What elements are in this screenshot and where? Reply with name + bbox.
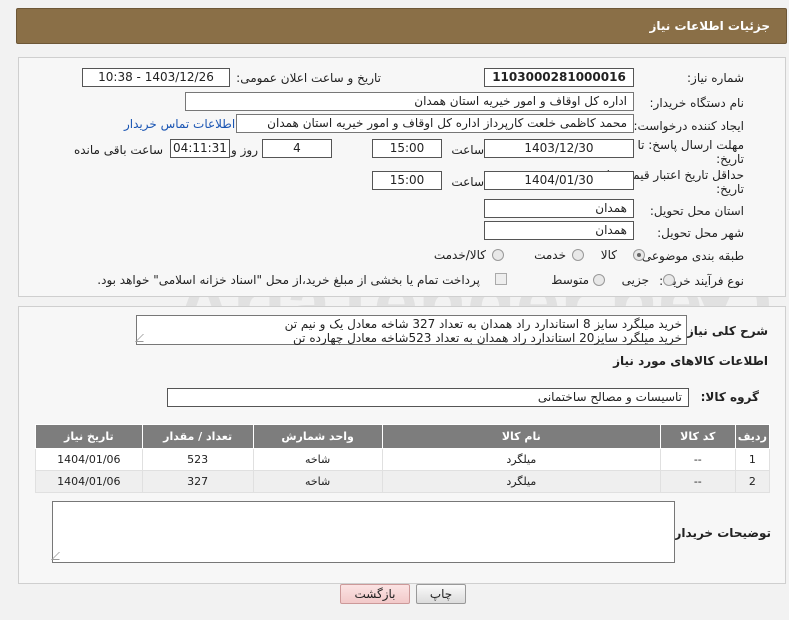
summary-line-1: خرید میلگرد سایز 8 استاندارد راد همدان ب… — [284, 317, 682, 331]
category-option-goods: کالا — [600, 248, 617, 262]
col-date-header: تاریخ نیاز — [35, 424, 143, 449]
province-field: همدان — [484, 199, 634, 218]
goods-group-field: تاسیسات و مصالح ساختمانی — [167, 388, 689, 407]
category-radio-service[interactable] — [572, 249, 584, 261]
cell-code: -- — [659, 470, 736, 493]
buyer-notes-textarea[interactable] — [51, 501, 675, 563]
cell-row: 1 — [734, 448, 771, 471]
cell-row: 2 — [734, 470, 771, 493]
need-number-label: شماره نیاز: — [687, 71, 744, 85]
process-option-medium: متوسط — [551, 273, 589, 287]
category-option-goods-service: کالا/خدمت — [433, 248, 486, 262]
resize-grip-icon[interactable] — [135, 334, 151, 342]
print-button[interactable]: چاپ — [416, 584, 466, 604]
buyer-org-label: نام دستگاه خریدار: — [649, 96, 745, 110]
category-radio-goods-service[interactable] — [492, 249, 504, 261]
city-field: همدان — [484, 221, 634, 240]
cell-name: میلگرد — [381, 470, 661, 493]
deadline-date-field: 1403/12/30 — [484, 139, 634, 158]
col-unit-header: واحد شمارش — [252, 424, 383, 449]
resize-grip-icon[interactable] — [51, 552, 67, 560]
goods-table: ردیف کد کالا نام کالا واحد شمارش تعداد /… — [35, 424, 771, 493]
buyer-notes-label: توضیحات خریدار: — [669, 526, 771, 540]
cell-date: 1404/01/06 — [35, 448, 143, 471]
validity-date-field: 1404/01/30 — [484, 171, 634, 190]
col-name-header: نام کالا — [381, 424, 661, 449]
announce-datetime-label: تاریخ و ساعت اعلان عمومی: — [236, 71, 381, 85]
announce-datetime-field: 1403/12/26 - 10:38 — [82, 68, 230, 87]
buyer-org-field: اداره کل اوقاف و امور خیریه استان همدان — [185, 92, 634, 111]
need-number-field: 1103000281000016 — [484, 68, 634, 87]
table-row: 1 -- میلگرد شاخه 523 1404/01/06 — [35, 448, 771, 471]
process-option-minor: جزیی — [621, 273, 649, 287]
col-qty-header: تعداد / مقدار — [141, 424, 254, 449]
validity-label-2: تاریخ: — [716, 182, 744, 196]
creator-field: محمد کاظمی خلعت کارپرداز اداره کل اوقاف … — [236, 114, 634, 133]
cell-qty: 327 — [141, 470, 254, 493]
category-radio-goods[interactable] — [633, 249, 645, 261]
col-code-header: کد کالا — [659, 424, 736, 449]
page-header: جزئیات اطلاعات نیاز — [16, 8, 787, 44]
deadline-label-1: مهلت ارسال پاسخ: تا — [637, 138, 744, 152]
category-option-service: خدمت — [534, 248, 566, 262]
cell-date: 1404/01/06 — [35, 470, 143, 493]
creator-label: ایجاد کننده درخواست: — [633, 119, 744, 133]
remaining-time-label: ساعت باقی مانده — [73, 143, 163, 157]
treasury-payment-note: پرداخت تمام یا بخشی از مبلغ خرید،از محل … — [97, 273, 480, 287]
cell-unit: شاخه — [252, 448, 383, 471]
deadline-time-label: ساعت — [451, 143, 484, 157]
province-label: استان محل تحویل: — [649, 204, 744, 218]
goods-info-title: اطلاعات کالاهای مورد نیاز — [613, 354, 768, 368]
summary-textarea[interactable]: خرید میلگرد سایز 8 استاندارد راد همدان ب… — [135, 315, 687, 345]
table-row: 2 -- میلگرد شاخه 327 1404/01/06 — [35, 470, 771, 493]
process-radio-medium[interactable] — [593, 274, 605, 286]
deadline-label-2: تاریخ: — [716, 152, 744, 166]
days-label: روز و — [231, 143, 258, 157]
col-row-header: ردیف — [734, 424, 771, 449]
city-label: شهر محل تحویل: — [657, 226, 744, 240]
treasury-payment-checkbox[interactable] — [495, 273, 507, 285]
back-button[interactable]: بازگشت — [340, 584, 410, 604]
validity-time-label: ساعت — [451, 175, 484, 189]
page-title: جزئیات اطلاعات نیاز — [649, 19, 770, 33]
cell-name: میلگرد — [381, 448, 661, 471]
summary-line-2: خرید میلگرد سایز20 استاندارد راد همدان ب… — [293, 331, 682, 345]
category-label: طبقه بندی موضوعی: — [637, 249, 744, 263]
goods-group-label: گروه کالا: — [700, 390, 759, 404]
process-radio-minor[interactable] — [663, 274, 675, 286]
table-header-row: ردیف کد کالا نام کالا واحد شمارش تعداد /… — [35, 424, 771, 449]
remaining-time-field: 04:11:31 — [170, 139, 230, 158]
summary-label: شرح کلی نیاز: — [682, 324, 768, 338]
days-remaining-field: 4 — [262, 139, 332, 158]
cell-unit: شاخه — [252, 470, 383, 493]
deadline-time-field: 15:00 — [372, 139, 442, 158]
cell-code: -- — [659, 448, 736, 471]
contact-info-link[interactable]: اطلاعات تماس خریدار — [124, 117, 235, 131]
cell-qty: 523 — [141, 448, 254, 471]
validity-time-field: 15:00 — [372, 171, 442, 190]
